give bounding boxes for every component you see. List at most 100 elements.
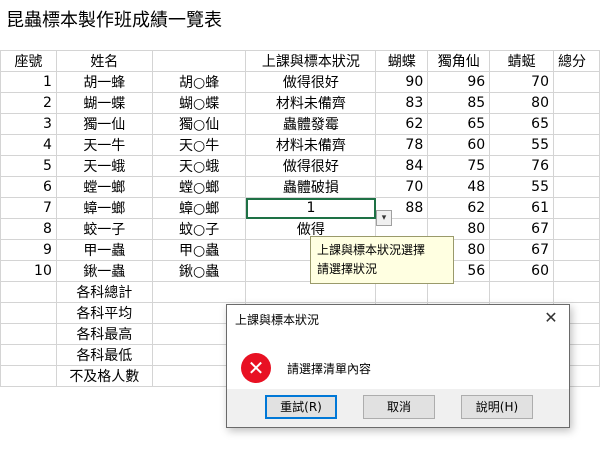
summary-label[interactable]: 各科總計 bbox=[55, 281, 153, 303]
cell-no[interactable]: 2 bbox=[0, 92, 57, 114]
cell-dragonfly[interactable]: 55 bbox=[489, 176, 554, 198]
close-icon[interactable]: ✕ bbox=[541, 308, 561, 328]
cell-empty[interactable] bbox=[0, 344, 57, 366]
cell-no[interactable]: 6 bbox=[0, 176, 57, 198]
cell-beetle[interactable]: 62 bbox=[427, 197, 491, 219]
cell-total[interactable] bbox=[553, 197, 600, 219]
dropdown-arrow-button[interactable]: ▾ bbox=[376, 210, 392, 226]
cell-butterfly[interactable]: 83 bbox=[375, 92, 429, 114]
cell-status[interactable]: 材料未備齊 bbox=[245, 92, 377, 114]
cell-empty[interactable] bbox=[375, 281, 429, 303]
cell-empty[interactable] bbox=[489, 281, 554, 303]
cell-name[interactable]: 蟑一螂 bbox=[55, 197, 153, 219]
cell-dragonfly[interactable]: 76 bbox=[489, 155, 554, 177]
cell-no[interactable]: 10 bbox=[0, 260, 57, 282]
cell-total[interactable] bbox=[553, 260, 600, 282]
cell-no[interactable]: 1 bbox=[0, 71, 57, 93]
cell-name[interactable]: 獨一仙 bbox=[55, 113, 153, 135]
cell-butterfly[interactable]: 84 bbox=[375, 155, 429, 177]
cell-no[interactable]: 4 bbox=[0, 134, 57, 156]
cell-masked[interactable]: 蝴○蝶 bbox=[151, 92, 247, 114]
header-total[interactable]: 總分 bbox=[553, 50, 600, 72]
header-no[interactable]: 座號 bbox=[0, 50, 57, 72]
cell-total[interactable] bbox=[553, 155, 600, 177]
cell-name[interactable]: 胡一蜂 bbox=[55, 71, 153, 93]
summary-label[interactable]: 各科最高 bbox=[55, 323, 153, 345]
cell-empty[interactable] bbox=[151, 281, 247, 303]
cell-beetle[interactable]: 96 bbox=[427, 71, 491, 93]
cell-status[interactable]: 做得很好 bbox=[245, 71, 377, 93]
header-name[interactable]: 姓名 bbox=[55, 50, 153, 72]
cell-empty[interactable] bbox=[553, 281, 600, 303]
cell-total[interactable] bbox=[553, 113, 600, 135]
cell-dragonfly[interactable]: 60 bbox=[489, 260, 554, 282]
cell-empty[interactable] bbox=[427, 281, 491, 303]
cell-beetle[interactable]: 75 bbox=[427, 155, 491, 177]
cell-butterfly[interactable]: 62 bbox=[375, 113, 429, 135]
cell-total[interactable] bbox=[553, 92, 600, 114]
cell-total[interactable] bbox=[553, 134, 600, 156]
help-button[interactable]: 說明(H) bbox=[461, 395, 533, 419]
cell-total[interactable] bbox=[553, 176, 600, 198]
header-beetle[interactable]: 獨角仙 bbox=[427, 50, 491, 72]
cell-masked[interactable]: 獨○仙 bbox=[151, 113, 247, 135]
cell-dragonfly[interactable]: 67 bbox=[489, 218, 554, 240]
cell-masked[interactable]: 天○蛾 bbox=[151, 155, 247, 177]
cell-dragonfly[interactable]: 55 bbox=[489, 134, 554, 156]
header-masked[interactable] bbox=[151, 50, 247, 72]
cell-masked[interactable]: 蚊○子 bbox=[151, 218, 247, 240]
cell-butterfly[interactable]: 70 bbox=[375, 176, 429, 198]
cell-dragonfly[interactable]: 67 bbox=[489, 239, 554, 261]
cell-name[interactable]: 蝴一蝶 bbox=[55, 92, 153, 114]
cell-butterfly[interactable]: 90 bbox=[375, 71, 429, 93]
cell-beetle[interactable]: 60 bbox=[427, 134, 491, 156]
cell-dragonfly[interactable]: 65 bbox=[489, 113, 554, 135]
header-butterfly[interactable]: 蝴蝶 bbox=[375, 50, 429, 72]
cell-total[interactable] bbox=[553, 239, 600, 261]
header-status[interactable]: 上課與標本狀況 bbox=[245, 50, 377, 72]
cell-no[interactable]: 7 bbox=[0, 197, 57, 219]
cell-name[interactable]: 螳一螂 bbox=[55, 176, 153, 198]
cell-masked[interactable]: 天○牛 bbox=[151, 134, 247, 156]
cell-masked[interactable]: 螳○螂 bbox=[151, 176, 247, 198]
cell-masked[interactable]: 甲○蟲 bbox=[151, 239, 247, 261]
cell-dragonfly[interactable]: 80 bbox=[489, 92, 554, 114]
cell-status[interactable]: 蟲體破損 bbox=[245, 176, 377, 198]
cell-no[interactable]: 8 bbox=[0, 218, 57, 240]
cell-name[interactable]: 蛟一子 bbox=[55, 218, 153, 240]
cell-masked[interactable]: 鍬○蟲 bbox=[151, 260, 247, 282]
cell-no[interactable]: 9 bbox=[0, 239, 57, 261]
cell-name[interactable]: 甲一蟲 bbox=[55, 239, 153, 261]
cell-beetle[interactable]: 85 bbox=[427, 92, 491, 114]
cell-total[interactable] bbox=[553, 71, 600, 93]
cell-name[interactable]: 天一蛾 bbox=[55, 155, 153, 177]
retry-button[interactable]: 重試(R) bbox=[265, 395, 337, 419]
cell-no[interactable]: 3 bbox=[0, 113, 57, 135]
cell-status[interactable]: 蟲體發霉 bbox=[245, 113, 377, 135]
summary-label[interactable]: 各科平均 bbox=[55, 302, 153, 324]
cell-empty[interactable] bbox=[245, 281, 377, 303]
cancel-button[interactable]: 取消 bbox=[363, 395, 435, 419]
cell-empty[interactable] bbox=[0, 302, 57, 324]
cell-name[interactable]: 天一牛 bbox=[55, 134, 153, 156]
cell-masked[interactable]: 蟑○螂 bbox=[151, 197, 247, 219]
selected-status-cell[interactable]: 1 bbox=[245, 197, 377, 219]
cell-empty[interactable] bbox=[0, 323, 57, 345]
cell-beetle[interactable]: 48 bbox=[427, 176, 491, 198]
cell-empty[interactable] bbox=[0, 281, 57, 303]
cell-masked[interactable]: 胡○蜂 bbox=[151, 71, 247, 93]
summary-label[interactable]: 不及格人數 bbox=[55, 365, 153, 387]
cell-status[interactable]: 做得很好 bbox=[245, 155, 377, 177]
validation-tooltip: 上課與標本狀況選擇 請選擇狀況 bbox=[310, 236, 454, 284]
header-dragonfly[interactable]: 蜻蜓 bbox=[489, 50, 554, 72]
cell-name[interactable]: 鍬一蟲 bbox=[55, 260, 153, 282]
cell-status[interactable]: 材料未備齊 bbox=[245, 134, 377, 156]
cell-no[interactable]: 5 bbox=[0, 155, 57, 177]
cell-dragonfly[interactable]: 61 bbox=[489, 197, 554, 219]
cell-empty[interactable] bbox=[0, 365, 57, 387]
cell-total[interactable] bbox=[553, 218, 600, 240]
cell-butterfly[interactable]: 78 bbox=[375, 134, 429, 156]
cell-dragonfly[interactable]: 70 bbox=[489, 71, 554, 93]
cell-beetle[interactable]: 65 bbox=[427, 113, 491, 135]
summary-label[interactable]: 各科最低 bbox=[55, 344, 153, 366]
